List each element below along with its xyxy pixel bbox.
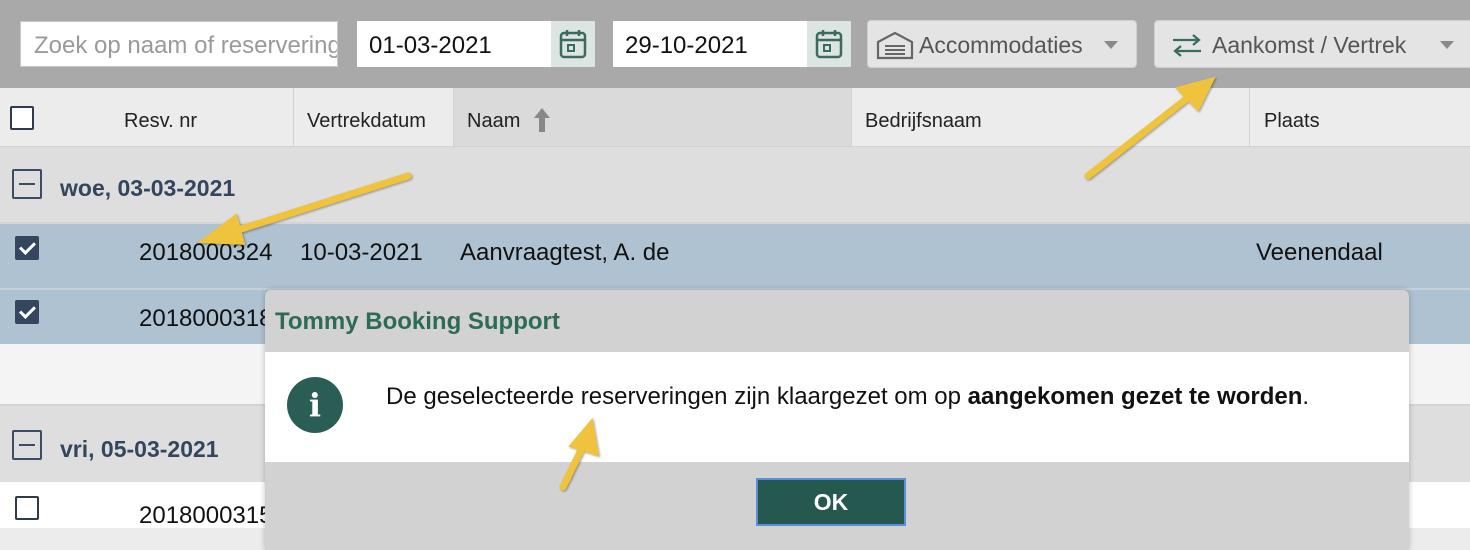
collapse-icon[interactable] (12, 430, 42, 460)
column-naam[interactable]: Naam (453, 88, 851, 146)
column-plaats[interactable]: Plaats (1249, 88, 1470, 146)
info-icon: i (287, 377, 343, 433)
plaats-cell: Veenendaal (1256, 239, 1383, 266)
sort-up-arrow-icon (532, 106, 552, 140)
building-icon (876, 30, 914, 66)
accommodations-label: Accommodaties (919, 32, 1083, 58)
search-input[interactable]: Zoek op naam of reserveringsnummer (20, 21, 338, 67)
toolbar: Zoek op naam of reserveringsnummer 01-03… (0, 0, 1470, 88)
date-from-field[interactable]: 01-03-2021 (357, 21, 595, 67)
date-to-value: 29-10-2021 (625, 32, 748, 59)
dialog-message: De geselecteerde reserveringen zijn klaa… (386, 383, 1310, 410)
calendar-icon[interactable] (807, 21, 851, 67)
column-vertrekdatum[interactable]: Vertrekdatum (293, 88, 453, 146)
group-title: vri, 05-03-2021 (60, 436, 219, 462)
group-header[interactable]: woe, 03-03-2021 (0, 147, 1470, 223)
arrival-departure-dropdown[interactable]: Aankomst / Vertrek (1154, 20, 1470, 68)
swap-arrows-icon (1171, 33, 1203, 63)
table-header: Resv. nr Vertrekdatum Naam Bedrijfsnaam … (0, 88, 1470, 147)
resv-nr-cell: 2018000315 (139, 502, 273, 529)
row-checkbox[interactable] (15, 236, 39, 260)
info-dialog: Tommy Booking Support i De geselecteerde… (265, 290, 1409, 550)
row-checkbox[interactable] (15, 496, 39, 520)
chevron-down-icon (1440, 41, 1454, 49)
collapse-icon[interactable] (12, 169, 42, 199)
resv-nr-cell: 2018000324 (139, 239, 273, 266)
date-from-value: 01-03-2021 (369, 32, 492, 59)
naam-cell: Aanvraagtest, A. de (460, 239, 670, 266)
row-checkbox[interactable] (15, 300, 39, 324)
dialog-body: i De geselecteerde reserveringen zijn kl… (265, 352, 1409, 462)
accommodations-dropdown[interactable]: Accommodaties (867, 20, 1137, 68)
ok-button[interactable]: OK (756, 478, 906, 526)
vertrekdatum-cell: 10-03-2021 (300, 239, 423, 266)
arrival-departure-label: Aankomst / Vertrek (1212, 32, 1407, 58)
calendar-icon[interactable] (551, 21, 595, 67)
column-resv-nr[interactable]: Resv. nr (0, 88, 293, 146)
column-bedrijfsnaam[interactable]: Bedrijfsnaam (851, 88, 1249, 146)
table-row[interactable]: 2018000324 10-03-2021 Aanvraagtest, A. d… (0, 224, 1470, 288)
resv-nr-cell: 2018000318 (139, 305, 273, 332)
date-to-field[interactable]: 29-10-2021 (613, 21, 851, 67)
chevron-down-icon (1104, 41, 1118, 49)
group-title: woe, 03-03-2021 (60, 175, 236, 201)
search-placeholder: Zoek op naam of reserveringsnummer (34, 32, 337, 59)
dialog-title: Tommy Booking Support (275, 308, 560, 335)
